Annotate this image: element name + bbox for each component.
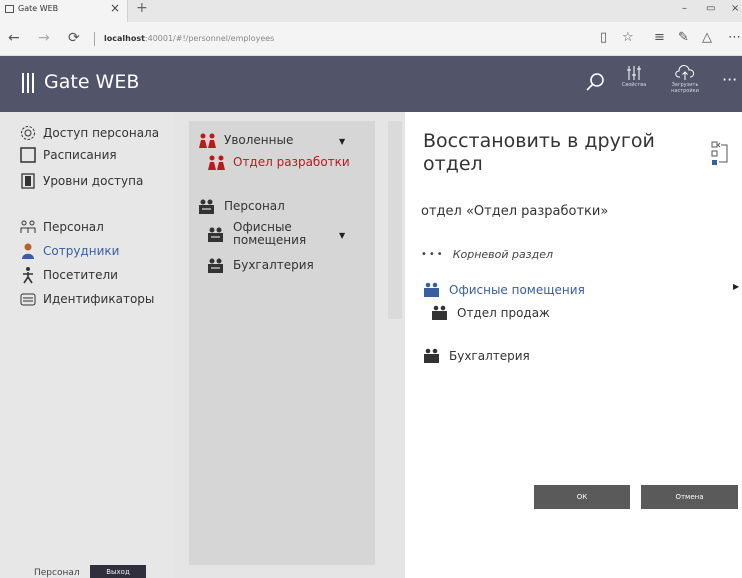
tab-close-icon[interactable]: × (110, 1, 120, 15)
browser-tab[interactable]: Gate WEB × (0, 0, 128, 22)
sidebar-item-label: Уровни доступа (43, 174, 144, 188)
sidebar-item-access-levels[interactable]: Уровни доступа (18, 170, 143, 192)
tree-item-dev-department[interactable]: Отдел разработки (206, 155, 350, 171)
sidebar-item-label: Посетители (43, 268, 118, 282)
properties-button[interactable]: Свойства (619, 64, 649, 88)
web-note-icon[interactable]: ✎ (678, 30, 689, 45)
content-strip (388, 121, 402, 319)
calendar-icon (18, 146, 38, 164)
address-bar: ← → ⟳ localhost:40001/#!/personnel/emplo… (0, 22, 742, 56)
dismissed-icon (206, 155, 228, 171)
root-section-label: Корневой раздел (452, 248, 554, 261)
back-arrow-icon[interactable]: ← (8, 30, 20, 46)
url-host: localhost (104, 34, 145, 43)
dialog-title: Восстановить в другой отдел (423, 130, 655, 175)
more-options-icon[interactable]: ··· (722, 70, 737, 89)
tree-item-label: Офисные помещения (233, 220, 307, 247)
sidebar-item-personnel-access[interactable]: Доступ персонала (18, 122, 159, 144)
sidebar: Доступ персонала Расписания Уровни досту… (0, 112, 175, 578)
group-icon (431, 305, 449, 321)
tab-title: Gate WEB (18, 4, 59, 13)
group-icon (423, 282, 441, 298)
group-icon (197, 199, 219, 215)
tree-item-label: Отдел разработки (233, 155, 350, 169)
dialog-item-sales-department[interactable]: Отдел продаж (431, 305, 550, 321)
url-divider (94, 32, 95, 46)
share-icon[interactable]: △ (702, 30, 712, 45)
dialog-item-label: Отдел продаж (457, 306, 550, 320)
caret-down-icon[interactable]: ▼ (339, 231, 345, 240)
reading-view-icon[interactable]: ▯ (600, 30, 607, 45)
tree-item-label: Уволенные (224, 133, 294, 147)
department-tree-panel: Уволенные ▼ Отдел разработки Персонал Оф… (189, 121, 375, 565)
tree-item-personnel[interactable]: Персонал (197, 199, 285, 215)
group-icon (206, 227, 228, 243)
footer-user-label: Персонал (34, 568, 80, 578)
dismissed-icon (197, 133, 219, 149)
window-close-button[interactable]: × (731, 3, 739, 14)
sidebar-item-visitors[interactable]: Посетители (18, 264, 118, 286)
gear-icon (18, 124, 38, 142)
more-icon[interactable]: ⋯ (728, 30, 741, 45)
app-title: Gate WEB (44, 71, 140, 93)
id-card-icon (18, 290, 38, 308)
load-settings-button[interactable]: Загрузить настройки (667, 64, 703, 94)
dialog-item-accounting[interactable]: Бухгалтерия (423, 348, 530, 364)
new-tab-button[interactable]: + (136, 0, 148, 16)
maximize-button[interactable]: ▭ (706, 3, 715, 14)
sidebar-item-label: Персонал (43, 220, 104, 234)
search-icon[interactable] (584, 71, 606, 93)
sidebar-item-identifiers[interactable]: Идентификаторы (18, 288, 154, 310)
load-settings-label: Загрузить настройки (671, 82, 699, 94)
url-field[interactable]: localhost:40001/#!/personnel/employees (104, 34, 274, 43)
group-icon (423, 348, 441, 364)
tree-item-label: Персонал (224, 199, 285, 213)
sidebar-item-employees[interactable]: Сотрудники (18, 240, 119, 262)
root-section-row[interactable]: ••• Корневой раздел (421, 248, 553, 261)
cloud-upload-icon (675, 64, 695, 80)
tree-item-dismissed[interactable]: Уволенные (197, 133, 293, 149)
forward-arrow-icon[interactable]: → (38, 30, 50, 46)
door-icon (18, 172, 38, 190)
dialog-subtitle: отдел «Отдел разработки» (421, 204, 609, 219)
browser-tab-bar: Gate WEB × + – ▭ × (0, 0, 742, 22)
caret-down-icon[interactable]: ▼ (339, 137, 345, 146)
app-header: Gate WEB Свойства Загрузить настройки ··… (0, 56, 742, 112)
sidebar-item-label: Доступ персонала (43, 126, 160, 140)
dots-icon: ••• (421, 249, 445, 260)
refresh-icon[interactable]: ⟳ (68, 30, 80, 46)
page-icon (5, 5, 14, 13)
hub-icon[interactable]: ≡ (654, 30, 665, 45)
logout-button[interactable]: Выход (90, 565, 146, 578)
sidebar-item-label: Идентификаторы (43, 292, 155, 306)
dialog-item-label: Офисные помещения (449, 283, 585, 297)
expand-arrow-icon[interactable]: ▶ (733, 282, 739, 291)
visitor-icon (18, 266, 38, 284)
properties-label: Свойства (621, 82, 647, 88)
employee-icon (18, 242, 38, 260)
sliders-icon (627, 66, 641, 80)
minimize-button[interactable]: – (682, 3, 687, 14)
sidebar-item-personnel[interactable]: Персонал (18, 216, 104, 238)
menu-icon[interactable] (22, 73, 34, 93)
group-icon (206, 258, 228, 274)
sidebar-item-schedules[interactable]: Расписания (18, 144, 117, 166)
sidebar-item-label: Расписания (43, 148, 117, 162)
move-department-icon (711, 141, 728, 165)
tree-item-label: Бухгалтерия (233, 258, 314, 272)
people-tree-icon (18, 218, 38, 236)
favorite-star-icon[interactable]: ☆ (622, 30, 634, 45)
ok-button[interactable]: ОК (534, 485, 630, 509)
dialog-item-label: Бухгалтерия (449, 349, 530, 363)
sidebar-item-label: Сотрудники (43, 244, 120, 258)
tree-item-office-premises[interactable]: Офисные помещения (206, 221, 326, 247)
cancel-button[interactable]: Отмена (641, 485, 738, 509)
restore-department-dialog: Восстановить в другой отдел отдел «Отдел… (405, 112, 742, 578)
tree-item-accounting[interactable]: Бухгалтерия (206, 258, 314, 274)
url-path: :40001/#!/personnel/employees (144, 34, 275, 43)
dialog-item-office-premises[interactable]: Офисные помещения (423, 282, 585, 298)
